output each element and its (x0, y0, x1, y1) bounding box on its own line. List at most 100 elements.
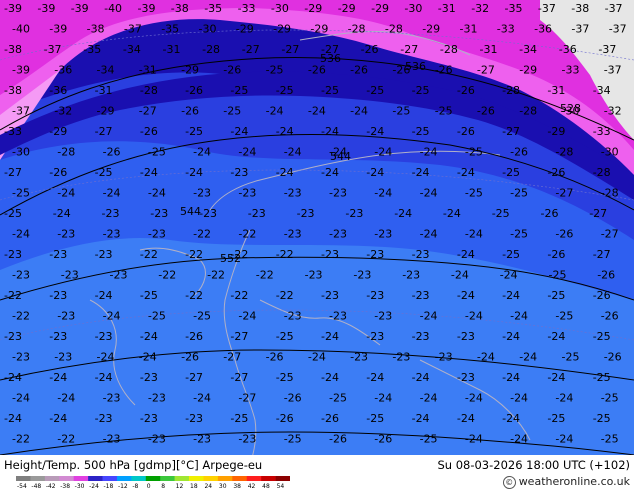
temperature-label: -40 (12, 23, 30, 36)
temperature-label: -25 (492, 207, 510, 220)
temperature-label: -25 (465, 187, 483, 200)
temperature-label: -25 (276, 371, 294, 384)
temperature-label: -35 (204, 2, 222, 15)
temperature-label: -23 (4, 248, 22, 261)
temperature-label: -24 (457, 412, 475, 425)
temperature-label: -24 (451, 269, 469, 282)
temperature-label: -25 (562, 351, 580, 364)
temperature-label: -24 (308, 105, 326, 118)
temperature-label: -38 (87, 23, 105, 36)
temperature-label: -23 (284, 187, 302, 200)
temperature-label: -24 (266, 105, 284, 118)
legend-tick-label: 48 (262, 483, 270, 488)
temperature-label: -27 (230, 330, 248, 343)
temperature-label: -27 (4, 166, 22, 179)
legend-swatch (59, 476, 74, 481)
temperature-label: -27 (281, 43, 299, 56)
temperature-label: -23 (366, 248, 384, 261)
temperature-label: -38 (4, 84, 22, 97)
temperature-label: -26 (350, 64, 368, 77)
temperature-label: -27 (242, 43, 260, 56)
temperature-label: -24 (321, 125, 339, 138)
temperature-label: -23 (329, 228, 347, 241)
temperature-label: -26 (457, 125, 475, 138)
temperature-label: -27 (589, 207, 607, 220)
temperature-label: -26 (604, 351, 622, 364)
temperature-label: -27 (230, 371, 248, 384)
temperature-label: -23 (248, 207, 266, 220)
temperature-label: -23 (193, 433, 211, 446)
temperature-label: -29 (422, 23, 440, 36)
credit-text[interactable]: © weatheronline.co.uk (502, 475, 630, 489)
temperature-label: -30 (12, 146, 30, 159)
legend-swatch (16, 476, 31, 481)
temperature-label: -24 (465, 433, 483, 446)
temperature-label: -26 (321, 412, 339, 425)
temperature-label: -23 (350, 351, 368, 364)
temperature-label: -22 (276, 289, 294, 302)
temperature-label: -26 (555, 228, 573, 241)
temperature-label: -25 (435, 105, 453, 118)
temperature-label: -31 (95, 84, 113, 97)
temperature-label: -25 (549, 269, 567, 282)
temperature-label: -24 (366, 166, 384, 179)
temperature-label: -25 (502, 248, 520, 261)
temperature-label: -24 (510, 310, 528, 323)
temperature-label: -28 (385, 23, 403, 36)
temperature-label: -27 (185, 371, 203, 384)
temperature-label: -23 (366, 289, 384, 302)
temperature-label: -24 (555, 433, 573, 446)
temperature-label: -25 (465, 146, 483, 159)
temperature-label: -26 (547, 166, 565, 179)
temperature-label: -24 (374, 146, 392, 159)
map-title: Height/Temp. 500 hPa [gdmp][°C] Arpege-e… (4, 458, 263, 472)
temperature-label: -23 (412, 289, 430, 302)
temperature-label: -25 (193, 310, 211, 323)
temperature-label: -27 (593, 248, 611, 261)
temperature-label: -24 (420, 187, 438, 200)
temperature-label: -24 (238, 310, 256, 323)
temperature-label: -30 (199, 23, 217, 36)
temperature-label: -25 (366, 412, 384, 425)
legend-swatch (88, 476, 103, 481)
temperature-label: -23 (457, 371, 475, 384)
temperature-label: -25 (230, 412, 248, 425)
temperature-label: -31 (438, 2, 456, 15)
contour-height-label: 552 (220, 252, 241, 265)
temperature-label: -28 (519, 105, 537, 118)
temperature-label: -27 (238, 392, 256, 405)
temperature-label: -25 (366, 84, 384, 97)
temperature-label: -26 (49, 166, 67, 179)
temperature-label: -26 (140, 125, 158, 138)
temperature-label: -26 (329, 433, 347, 446)
legend-swatch (246, 476, 262, 481)
temperature-label: -27 (601, 228, 619, 241)
legend-tick-label: -12 (118, 483, 128, 488)
temperature-label: -25 (601, 392, 619, 405)
temperature-label: -24 (500, 269, 518, 282)
temperature-label: -25 (276, 84, 294, 97)
temperature-label: -24 (95, 289, 113, 302)
legend-tick-label: -30 (75, 483, 85, 488)
temperature-label: -37 (44, 43, 62, 56)
temperature-label: -27 (555, 187, 573, 200)
temperature-label: -26 (457, 84, 475, 97)
temperature-label: -24 (193, 392, 211, 405)
temperature-label: -23 (150, 207, 168, 220)
temperature-label: -24 (547, 371, 565, 384)
temperature-label: -23 (148, 433, 166, 446)
temperature-label: -33 (593, 125, 611, 138)
temperature-label: -23 (61, 269, 79, 282)
legend-tick-label: 0 (147, 483, 151, 488)
temperature-label: -23 (238, 187, 256, 200)
temperature-label: -25 (593, 412, 611, 425)
temperature-label: -25 (284, 433, 302, 446)
legend-tick-label: 38 (233, 483, 241, 488)
copyright-icon: © (502, 475, 516, 489)
temperature-label: -27 (139, 105, 157, 118)
temperature-label: -25 (185, 125, 203, 138)
legend-tick-label: 12 (176, 483, 184, 488)
temperature-label: -24 (412, 166, 430, 179)
temperature-label: -34 (593, 84, 611, 97)
temperature-label: -23 (329, 187, 347, 200)
